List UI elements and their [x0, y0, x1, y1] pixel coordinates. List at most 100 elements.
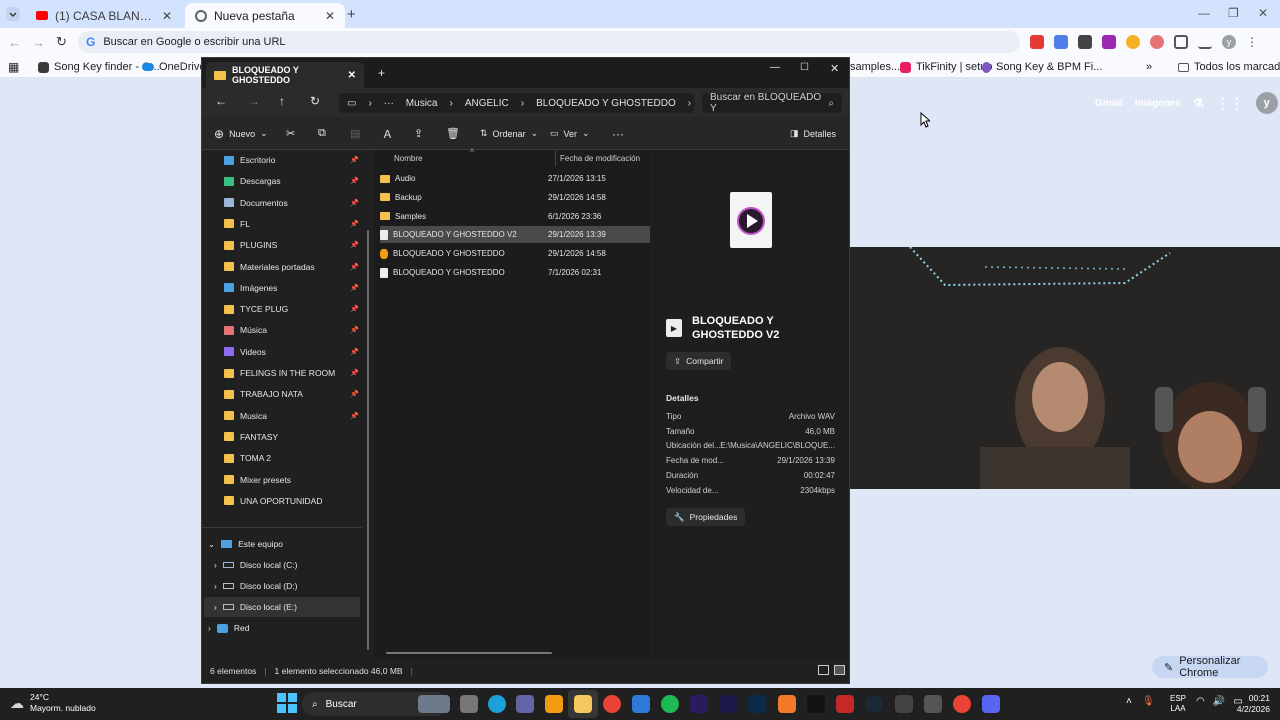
- tiles-view-icon[interactable]: [834, 665, 845, 675]
- pin-icon[interactable]: 📌: [350, 199, 359, 207]
- cut-icon[interactable]: ✂: [286, 117, 295, 150]
- avatar[interactable]: y: [1255, 92, 1278, 114]
- gmail-link[interactable]: Gmail: [1095, 98, 1123, 109]
- pin-icon[interactable]: 📌: [350, 241, 359, 249]
- paste-icon[interactable]: ▤: [350, 117, 360, 150]
- edge-icon[interactable]: [488, 695, 506, 713]
- maximize-button[interactable]: ☐: [800, 62, 809, 73]
- extension-icon[interactable]: [1102, 35, 1116, 49]
- close-icon[interactable]: ✕: [348, 70, 356, 81]
- nav-item[interactable]: TRABAJO NATA 📌: [224, 384, 364, 404]
- share-icon[interactable]: ⇪: [414, 117, 423, 150]
- clock[interactable]: 00:21 4/2/2026: [1228, 693, 1270, 715]
- pin-icon[interactable]: 📌: [350, 348, 359, 356]
- pin-icon[interactable]: 📌: [350, 263, 359, 271]
- file-row[interactable]: BLOQUEADO Y GHOSTEDDO 7/1/2026 02:31: [380, 264, 650, 281]
- steam-icon[interactable]: [865, 695, 883, 713]
- nav-item[interactable]: Imágenes 📌: [224, 278, 364, 298]
- network-item[interactable]: › Red: [208, 618, 249, 638]
- horizontal-scrollbar[interactable]: [386, 652, 552, 654]
- nav-item[interactable]: Música 📌: [224, 320, 364, 340]
- copy-icon[interactable]: ⧉: [318, 117, 326, 150]
- spotify-icon[interactable]: [661, 695, 679, 713]
- app-icon[interactable]: [895, 695, 913, 713]
- delete-icon[interactable]: 🗑: [446, 117, 460, 150]
- back-icon[interactable]: ←: [215, 94, 227, 108]
- file-row[interactable]: Samples 6/1/2026 23:36: [380, 208, 650, 225]
- minimize-button[interactable]: —: [770, 62, 780, 73]
- file-row[interactable]: Backup 29/1/2026 14:58: [380, 189, 650, 206]
- details-pane-button[interactable]: ◨ Detalles: [790, 117, 836, 150]
- file-row[interactable]: Audio 27/1/2026 13:15: [380, 170, 650, 187]
- restore-button[interactable]: ❐: [1228, 6, 1239, 20]
- weather-widget[interactable]: ☁ 24°C Mayorm. nublado: [10, 692, 96, 714]
- bookmark-samples[interactable]: samples...: [850, 59, 900, 75]
- tab-search-button[interactable]: [6, 7, 20, 21]
- discord-icon[interactable]: [982, 695, 1000, 713]
- reload-icon[interactable]: ↻: [56, 34, 67, 50]
- nav-item[interactable]: Mixer presets: [224, 470, 364, 490]
- forward-icon[interactable]: →: [32, 35, 45, 50]
- extension-icon[interactable]: [1030, 35, 1044, 49]
- more-bookmarks-icon[interactable]: »: [1146, 59, 1152, 75]
- new-button[interactable]: ⊕ Nuevo ⌄: [214, 117, 268, 150]
- close-window-button[interactable]: ✕: [830, 62, 839, 75]
- omnibox[interactable]: G Buscar en Google o escribir una URL: [78, 31, 1020, 53]
- chrome-icon[interactable]: [953, 695, 971, 713]
- apps-grid-icon[interactable]: ⋮⋮: [1216, 95, 1244, 112]
- menu-icon[interactable]: ⋮: [1246, 35, 1258, 49]
- extension-icon[interactable]: [1054, 35, 1068, 49]
- tiktok-icon[interactable]: [807, 695, 825, 713]
- tab-new-tab[interactable]: Nueva pestaña ✕: [185, 3, 345, 28]
- this-pc-item[interactable]: ⌄ Este equipo: [208, 534, 283, 554]
- pin-icon[interactable]: 📌: [350, 305, 359, 313]
- breadcrumb-item[interactable]: BLOQUEADO Y GHOSTEDDO: [536, 98, 676, 109]
- drive-c-item[interactable]: › Disco local (C:): [214, 555, 297, 575]
- explorer-tab[interactable]: BLOQUEADO Y GHOSTEDDO ✕: [206, 62, 364, 88]
- drive-d-item[interactable]: › Disco local (D:): [214, 576, 297, 596]
- nav-item[interactable]: TYCE PLUG 📌: [224, 299, 364, 319]
- back-icon[interactable]: ←: [8, 35, 21, 50]
- extension-icon[interactable]: [1150, 35, 1164, 49]
- teams-icon[interactable]: [516, 695, 534, 713]
- nav-item[interactable]: UNA OPORTUNIDAD: [224, 491, 364, 511]
- breadcrumb[interactable]: ▭ › ··· Musica › ANGELIC › BLOQUEADO Y G…: [339, 93, 694, 113]
- explorer-search-input[interactable]: Buscar en BLOQUEADO Y ⌕: [702, 92, 842, 114]
- bookmark-onedrive[interactable]: OneDrive: [142, 59, 205, 75]
- more-icon[interactable]: ···: [384, 98, 394, 109]
- labs-icon[interactable]: ⚗: [1193, 96, 1204, 110]
- extension-icon[interactable]: [1078, 35, 1092, 49]
- start-icon[interactable]: [276, 692, 298, 714]
- nav-item[interactable]: TOMA 2: [224, 448, 364, 468]
- close-window-button[interactable]: ✕: [1258, 6, 1268, 20]
- share-button[interactable]: ⇪ Compartir: [666, 352, 732, 370]
- new-tab-button[interactable]: +: [378, 66, 385, 80]
- taskview-icon[interactable]: [460, 695, 478, 713]
- photoshop-icon[interactable]: [748, 695, 766, 713]
- file-row[interactable]: BLOQUEADO Y GHOSTEDDO 29/1/2026 14:58: [380, 245, 650, 262]
- close-icon[interactable]: ✕: [325, 9, 335, 23]
- column-header-date[interactable]: Fecha de modificación: [560, 150, 650, 166]
- nav-item[interactable]: Documentos 📌: [224, 193, 364, 213]
- nav-item[interactable]: PLUGINS 📌: [224, 235, 364, 255]
- pin-icon[interactable]: 📌: [350, 412, 359, 420]
- pin-icon[interactable]: 📌: [350, 284, 359, 292]
- nav-item[interactable]: FELINGS IN THE ROOM 📌: [224, 363, 364, 383]
- view-button[interactable]: ▭ Ver ⌄: [550, 117, 590, 150]
- chrome-icon[interactable]: [603, 695, 621, 713]
- pin-icon[interactable]: 📌: [350, 326, 359, 334]
- forward-icon[interactable]: →: [248, 94, 260, 108]
- customize-chrome-button[interactable]: ✎ Personalizar Chrome: [1152, 655, 1268, 679]
- nav-scrollbar[interactable]: [367, 230, 369, 650]
- details-view-icon[interactable]: [818, 665, 829, 675]
- nav-item[interactable]: Videos 📌: [224, 342, 364, 362]
- nav-item[interactable]: FANTASY: [224, 427, 364, 447]
- new-tab-button[interactable]: +: [347, 6, 356, 23]
- nav-item[interactable]: Descargas 📌: [224, 171, 364, 191]
- photos-app-icon[interactable]: [418, 695, 450, 713]
- pin-icon[interactable]: 📌: [350, 177, 359, 185]
- blender-icon[interactable]: [778, 695, 796, 713]
- app-icon[interactable]: [924, 695, 942, 713]
- file-row[interactable]: BLOQUEADO Y GHOSTEDDO V2 29/1/2026 13:39: [380, 226, 650, 244]
- fl-studio-icon[interactable]: [545, 695, 563, 713]
